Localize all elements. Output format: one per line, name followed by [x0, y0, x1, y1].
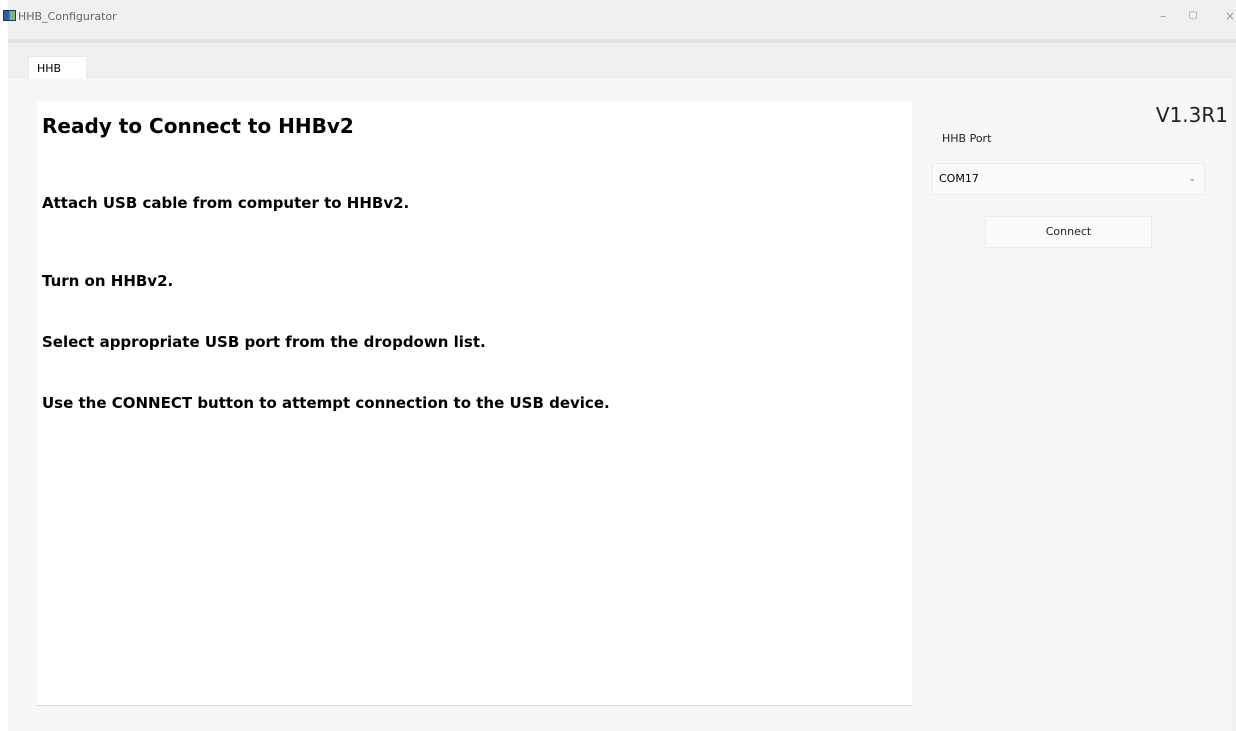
port-select[interactable]: COM17 ⌄: [932, 163, 1205, 195]
window-title: HHB_Configurator: [18, 10, 117, 23]
tab-bar: HHB: [8, 43, 1236, 79]
app-icon: [3, 10, 16, 21]
version-label: V1.3R1: [1155, 103, 1228, 127]
instructions-panel: Ready to Connect to HHBv2 Attach USB cab…: [37, 102, 912, 706]
app-window: HHB_Configurator – ▢ × HHB Ready to Conn…: [3, 0, 1236, 731]
port-label: HHB Port: [942, 132, 992, 145]
main-content: Ready to Connect to HHBv2 Attach USB cab…: [8, 79, 1232, 731]
instruction-text: Use the CONNECT button to attempt connec…: [42, 394, 610, 412]
instruction-text: Select appropriate USB port from the dro…: [42, 333, 486, 351]
port-select-value: COM17: [939, 172, 979, 185]
instruction-text: Attach USB cable from computer to HHBv2.: [42, 194, 410, 212]
minimize-button[interactable]: –: [1155, 8, 1171, 24]
tab-hhb[interactable]: HHB: [28, 56, 87, 79]
chevron-down-icon: ⌄: [1188, 174, 1196, 184]
maximize-button[interactable]: ▢: [1185, 8, 1201, 24]
page-title: Ready to Connect to HHBv2: [42, 114, 354, 138]
close-button[interactable]: ×: [1222, 8, 1236, 24]
connect-button[interactable]: Connect: [985, 216, 1152, 248]
instruction-text: Turn on HHBv2.: [42, 272, 174, 290]
title-bar: HHB_Configurator – ▢ ×: [3, 0, 1236, 38]
